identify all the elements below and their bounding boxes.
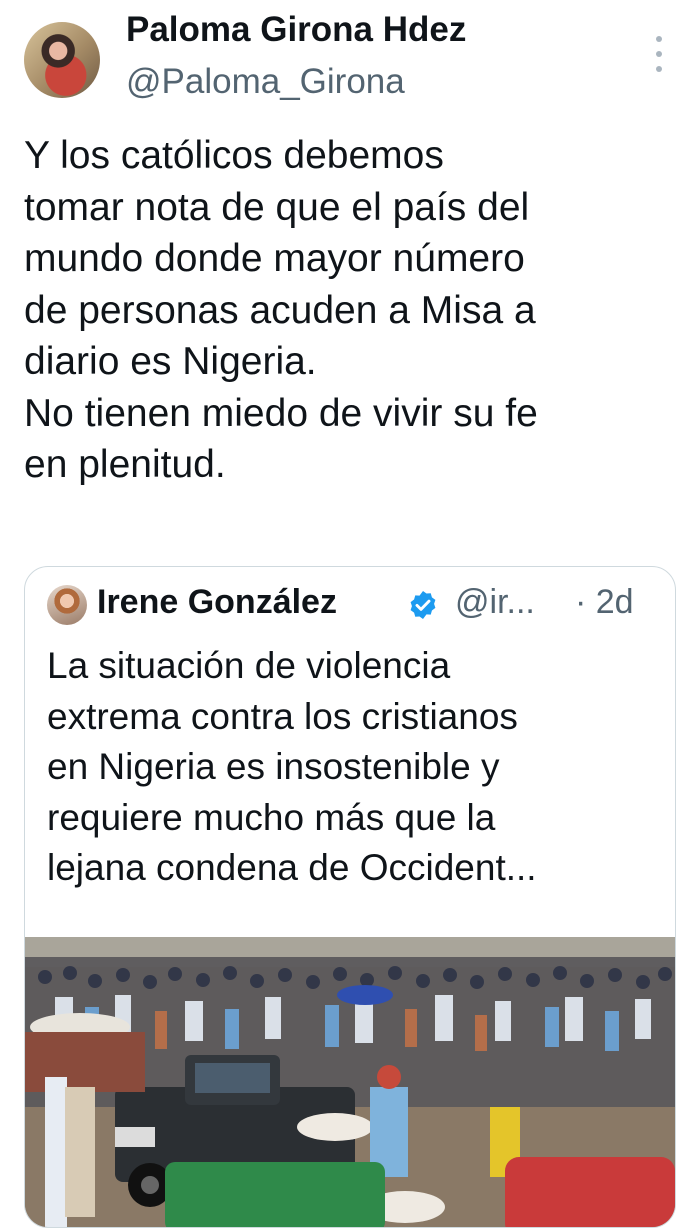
author-handle[interactable]: @Paloma_Girona [126,62,405,102]
author-avatar[interactable] [24,22,100,98]
quoted-author-name: Irene González [97,583,337,621]
crowd-photo-image [25,937,675,1227]
more-options-icon[interactable] [652,36,666,72]
author-name[interactable]: Paloma Girona Hdez [126,10,466,50]
tweet-text: Y los católicos debemos tomar nota de qu… [24,134,538,486]
quoted-timestamp[interactable]: · 2d [575,583,634,622]
quoted-tweet[interactable]: Irene González @ir... · 2d La situación … [24,566,676,1228]
quoted-avatar[interactable] [47,585,87,625]
quoted-photo[interactable] [25,937,675,1227]
verified-badge-icon [410,591,436,619]
quoted-handle: @ir... [455,583,535,621]
quoted-text: La situación de violencia extrema contra… [47,645,537,888]
